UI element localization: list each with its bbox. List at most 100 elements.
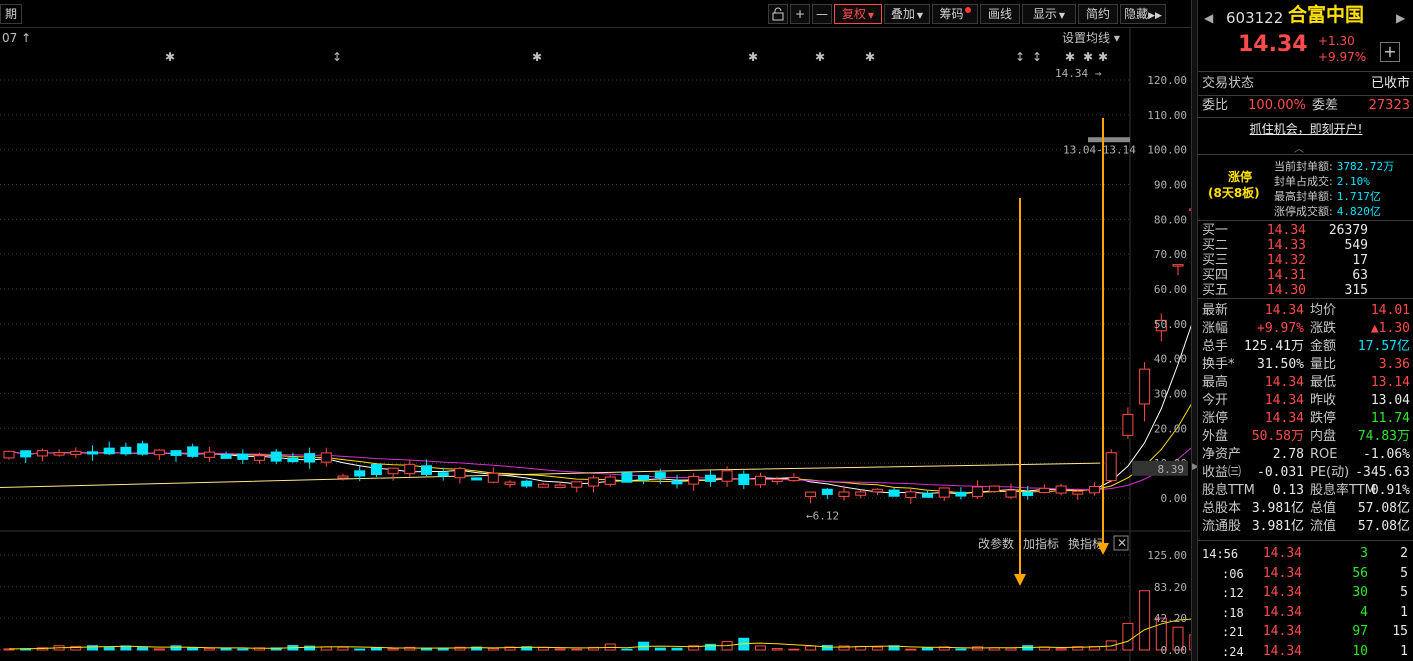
price-tick-label: 30.00	[1154, 388, 1187, 401]
candle-body	[771, 478, 783, 482]
volume-bar	[621, 648, 633, 651]
candle-body	[53, 452, 65, 456]
tick-count: 1	[1400, 604, 1408, 620]
tick-row: 14:56 14.34 3 2	[1198, 545, 1413, 563]
candle-body	[1105, 452, 1117, 482]
close-x-icon: ✕	[1117, 536, 1127, 550]
candle-body	[704, 474, 716, 482]
candle-body	[738, 473, 750, 485]
next-stock-icon[interactable]: ▶	[1396, 9, 1405, 27]
stat-label: ROE	[1310, 447, 1338, 462]
stat-value: 14.01	[1370, 303, 1410, 318]
volume-bar	[137, 647, 149, 651]
trade-status-row: 交易状态 已收市	[1198, 75, 1413, 93]
event-star-marker: ✱	[532, 50, 542, 64]
stat-value: 74.83万	[1357, 429, 1410, 444]
candle-body	[20, 450, 32, 458]
limit-up-row: 最高封单额: 1.717亿	[1274, 188, 1381, 204]
limit-up-block: 涨停 (8天8板) 当前封单额: 3782.72万 封单占成交: 2.10% 最高封单额…	[1198, 158, 1413, 222]
tick-count: 2	[1400, 546, 1408, 561]
candle-body	[354, 470, 366, 477]
candle-body	[521, 480, 533, 487]
stat-value: -1.06%	[1363, 447, 1410, 462]
candle-body	[487, 472, 499, 483]
add-watchlist-icon[interactable]: +	[1380, 42, 1400, 62]
xianshi-dropdown[interactable]: 显示 ▼	[1022, 4, 1076, 24]
volume-bar	[337, 646, 349, 651]
candle-body	[220, 454, 232, 459]
stat-label: 换手*	[1202, 357, 1235, 372]
stat-label: 涨跌	[1310, 321, 1337, 336]
limit-up-row: 当前封单额: 3782.72万	[1274, 158, 1394, 174]
volume-bar	[554, 648, 566, 651]
volume-tick-label: 83.20	[1154, 581, 1187, 594]
candle-body	[103, 447, 115, 455]
stats-row: 换手* 31.50% 量比 3.36	[1198, 356, 1413, 374]
volume-bar	[354, 648, 366, 651]
open-account-link[interactable]: 抓住机会，即刻开户!	[1198, 120, 1413, 138]
limit-up-row-value: 4.820亿	[1336, 205, 1381, 218]
candle-body	[721, 470, 733, 482]
candle-body	[170, 450, 182, 456]
tick-volume: 30	[1352, 585, 1368, 600]
stat-label: 总手	[1202, 339, 1229, 354]
candle-body	[1022, 491, 1034, 497]
volume-bar	[704, 643, 716, 651]
candles	[3, 208, 1191, 504]
ma-settings-label: 设置均线 ▾	[1062, 31, 1120, 45]
date-hint: 07 ↑	[2, 31, 31, 45]
limit-up-title: 涨停	[1228, 170, 1253, 184]
period-button[interactable]: 期	[0, 4, 22, 24]
price-change-pct: +9.97%	[1318, 50, 1367, 64]
stat-label: 跌停	[1310, 411, 1337, 426]
diejia-dropdown[interactable]: 叠加 ▼	[884, 4, 930, 24]
volume-bar	[955, 648, 967, 651]
stat-value: +9.97%	[1257, 321, 1304, 336]
unlock-icon[interactable]	[768, 4, 788, 24]
kline-chart[interactable]: 120.00 110.00 100.00 90.00 80.00 70.00 60.00 50…	[0, 28, 1191, 661]
stat-value: 0.91%	[1370, 483, 1410, 498]
candle-body	[1172, 264, 1184, 267]
stat-label: 总股本	[1202, 501, 1242, 516]
volume-bar	[771, 648, 783, 651]
stat-value: 3.981亿	[1251, 501, 1304, 516]
tick-row: :21 14.34 97 15	[1198, 623, 1413, 641]
stat-value: 14.34	[1264, 375, 1304, 390]
candle-body	[671, 480, 683, 485]
huaxian-button[interactable]: 画线	[980, 4, 1020, 24]
tick-volume: 3	[1360, 546, 1368, 561]
tick-count: 1	[1400, 643, 1408, 659]
candle-body	[404, 463, 416, 475]
collapse-up-icon[interactable]: ︿	[1294, 140, 1304, 155]
fuquan-dropdown[interactable]: 复权 ▼	[834, 4, 882, 24]
volume-bar	[654, 647, 666, 651]
volume-bar	[671, 647, 683, 651]
limit-up-row-label: 封单占成交:	[1274, 175, 1333, 188]
price-tick-label: 60.00	[1154, 283, 1187, 296]
volume-bar	[187, 647, 199, 651]
candle-body	[688, 475, 700, 485]
volume-bar	[1122, 622, 1134, 651]
candle-body	[988, 485, 1000, 492]
chouma-button[interactable]: 筹码	[932, 4, 978, 24]
volume-ma-line	[8, 618, 1191, 650]
chart-labels: 120.00 110.00 100.00 90.00 80.00 70.00 60.00 50…	[2, 31, 1188, 657]
zoom-in-button[interactable]: +	[790, 4, 810, 24]
stats-row: 外盘 50.58万 内盘 74.83万	[1198, 428, 1413, 446]
candle-body	[1072, 490, 1084, 495]
prev-stock-icon[interactable]: ◀	[1204, 9, 1213, 27]
event-star-marker: ✱	[1083, 50, 1093, 64]
stat-value: 13.04	[1370, 393, 1410, 408]
stat-value: -345.63	[1355, 465, 1410, 480]
yincang-button[interactable]: 隐藏▶▶	[1120, 4, 1166, 24]
stat-value: ▲1.30	[1370, 321, 1410, 336]
stat-value: 13.14	[1370, 375, 1410, 390]
add-indicator-button: 加指标	[1023, 536, 1059, 551]
stat-value: 31.50%	[1257, 357, 1304, 372]
jianyue-button[interactable]: 简约	[1078, 4, 1118, 24]
candle-body	[337, 475, 349, 479]
event-star-marker: ✱	[748, 50, 758, 64]
zoom-out-button[interactable]: —	[812, 4, 832, 24]
candle-body	[821, 488, 833, 495]
tick-time: 14:56	[1202, 547, 1239, 561]
